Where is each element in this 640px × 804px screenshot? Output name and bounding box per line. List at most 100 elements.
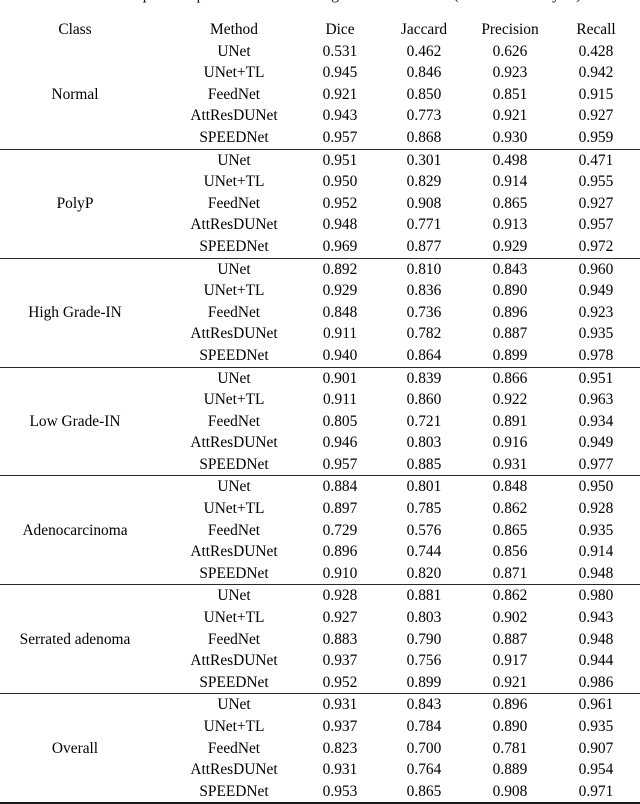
class-label-cell: Adenocarcinoma xyxy=(22,521,128,539)
method-cell: UNet+TL xyxy=(203,282,265,300)
jaccard-cell: 0.820 xyxy=(406,564,442,582)
precision-cell: 0.871 xyxy=(492,564,528,582)
method-cell: AttResDUNet xyxy=(190,761,278,779)
jaccard-cell: 0.885 xyxy=(406,455,442,473)
precision-cell: 0.923 xyxy=(492,64,528,82)
class-block: PolyP UNet 0.951 0.301 0.498 0.471 UNet+TL 0.95… xyxy=(0,149,640,258)
method-cell: AttResDUNet xyxy=(190,652,278,670)
dice-cell: 0.945 xyxy=(322,64,358,82)
dice-cell: 0.911 xyxy=(322,325,358,343)
precision-cell: 0.891 xyxy=(492,412,528,430)
method-cell: FeedNet xyxy=(207,194,261,212)
jaccard-cell: 0.850 xyxy=(406,85,442,103)
method-cell: FeedNet xyxy=(207,412,261,430)
dice-cell: 0.897 xyxy=(322,500,358,518)
column-header-precision: Precision xyxy=(481,21,539,38)
dice-cell: 0.937 xyxy=(322,718,358,735)
dice-cell: 0.943 xyxy=(322,107,358,125)
precision-cell: 0.921 xyxy=(492,107,528,125)
recall-cell: 0.955 xyxy=(578,173,614,191)
jaccard-cell: 0.773 xyxy=(406,107,442,125)
recall-cell: 0.923 xyxy=(578,303,614,321)
jaccard-cell: 0.839 xyxy=(406,369,442,387)
recall-cell: 0.944 xyxy=(578,652,614,670)
class-label-cell: PolyP xyxy=(56,194,94,212)
table-row: Overall UNet 0.931 0.843 0.896 0.961 xyxy=(0,694,640,756)
method-cell: SPEEDNet xyxy=(199,673,269,691)
precision-cell: 0.896 xyxy=(492,696,528,714)
dice-cell: 0.931 xyxy=(322,696,358,714)
jaccard-cell: 0.756 xyxy=(406,652,442,670)
method-cell: UNet+TL xyxy=(203,64,265,82)
class-block: Low Grade-IN UNet 0.901 0.839 0.866 0.951 UNet… xyxy=(0,367,640,476)
dice-cell: 0.957 xyxy=(322,128,358,146)
recall-cell: 0.935 xyxy=(578,718,614,735)
recall-cell: 0.950 xyxy=(578,478,614,496)
class-label-cell: Normal xyxy=(51,85,99,103)
jaccard-cell: 0.790 xyxy=(406,630,442,648)
method-cell: SPEEDNet xyxy=(199,564,269,582)
jaccard-cell: 0.785 xyxy=(406,500,442,518)
method-cell: UNet xyxy=(217,42,251,60)
dice-cell: 0.896 xyxy=(322,543,358,561)
recall-cell: 0.948 xyxy=(578,564,614,582)
precision-cell: 0.626 xyxy=(492,42,528,60)
method-cell: SPEEDNet xyxy=(199,128,269,146)
dice-cell: 0.921 xyxy=(322,85,358,103)
dice-cell: 0.957 xyxy=(322,455,358,473)
precision-cell: 0.902 xyxy=(492,609,528,627)
method-cell: AttResDUNet xyxy=(190,107,278,125)
precision-cell: 0.921 xyxy=(492,673,528,691)
jaccard-cell: 0.803 xyxy=(406,609,442,627)
recall-cell: 0.471 xyxy=(578,151,614,169)
column-header-dice: Dice xyxy=(325,21,355,38)
jaccard-cell: 0.908 xyxy=(406,194,442,212)
dice-cell: 0.931 xyxy=(322,761,358,779)
jaccard-cell: 0.736 xyxy=(406,303,442,321)
precision-cell: 0.931 xyxy=(492,455,528,473)
method-cell: UNet xyxy=(217,260,251,278)
method-cell: FeedNet xyxy=(207,85,261,103)
class-block: Overall UNet 0.931 0.843 0.896 0.961 UNet+TL 0.… xyxy=(0,693,640,804)
method-cell: AttResDUNet xyxy=(190,434,278,452)
table-row: Low Grade-IN UNet 0.901 0.839 0.866 0.951 xyxy=(0,367,640,430)
precision-cell: 0.914 xyxy=(492,173,528,191)
class-wise-results-table: Class Method Dice Jaccard Precision Reca… xyxy=(0,19,640,804)
recall-cell: 0.972 xyxy=(578,237,614,255)
method-cell: UNet xyxy=(217,478,251,496)
precision-cell: 0.890 xyxy=(492,282,528,300)
dice-cell: 0.950 xyxy=(322,173,358,191)
recall-cell: 0.907 xyxy=(578,739,614,757)
precision-cell: 0.889 xyxy=(492,761,528,779)
method-cell: UNet xyxy=(217,369,251,387)
jaccard-cell: 0.860 xyxy=(406,391,442,409)
recall-cell: 0.986 xyxy=(578,673,614,691)
recall-cell: 0.963 xyxy=(578,391,614,409)
jaccard-cell: 0.771 xyxy=(406,216,442,234)
jaccard-cell: 0.864 xyxy=(406,346,442,364)
dice-cell: 0.910 xyxy=(322,564,358,582)
jaccard-cell: 0.744 xyxy=(406,543,442,561)
class-block: Adenocarcinoma UNet 0.884 0.801 0.848 0.950 UN… xyxy=(0,475,640,585)
precision-cell: 0.851 xyxy=(492,85,528,103)
dice-cell: 0.531 xyxy=(322,42,358,60)
precision-cell: 0.862 xyxy=(492,587,528,605)
method-cell: UNet xyxy=(217,151,251,169)
recall-cell: 0.978 xyxy=(578,346,614,364)
jaccard-cell: 0.836 xyxy=(406,282,442,300)
dice-cell: 0.805 xyxy=(322,412,358,430)
table-caption-text: Table 5: Comparative performance of the … xyxy=(0,0,640,4)
precision-cell: 0.917 xyxy=(492,652,528,670)
dice-cell: 0.848 xyxy=(322,303,358,321)
precision-cell: 0.781 xyxy=(492,739,528,757)
jaccard-cell: 0.899 xyxy=(406,673,442,691)
dice-cell: 0.937 xyxy=(322,652,358,670)
class-label-cell: Overall xyxy=(51,739,99,757)
recall-cell: 0.971 xyxy=(578,782,614,800)
precision-cell: 0.848 xyxy=(492,478,528,496)
column-header-jaccard: Jaccard xyxy=(400,21,448,38)
dice-cell: 0.929 xyxy=(322,282,358,300)
dice-cell: 0.892 xyxy=(322,260,358,278)
precision-cell: 0.843 xyxy=(492,260,528,278)
recall-cell: 0.977 xyxy=(578,455,614,473)
